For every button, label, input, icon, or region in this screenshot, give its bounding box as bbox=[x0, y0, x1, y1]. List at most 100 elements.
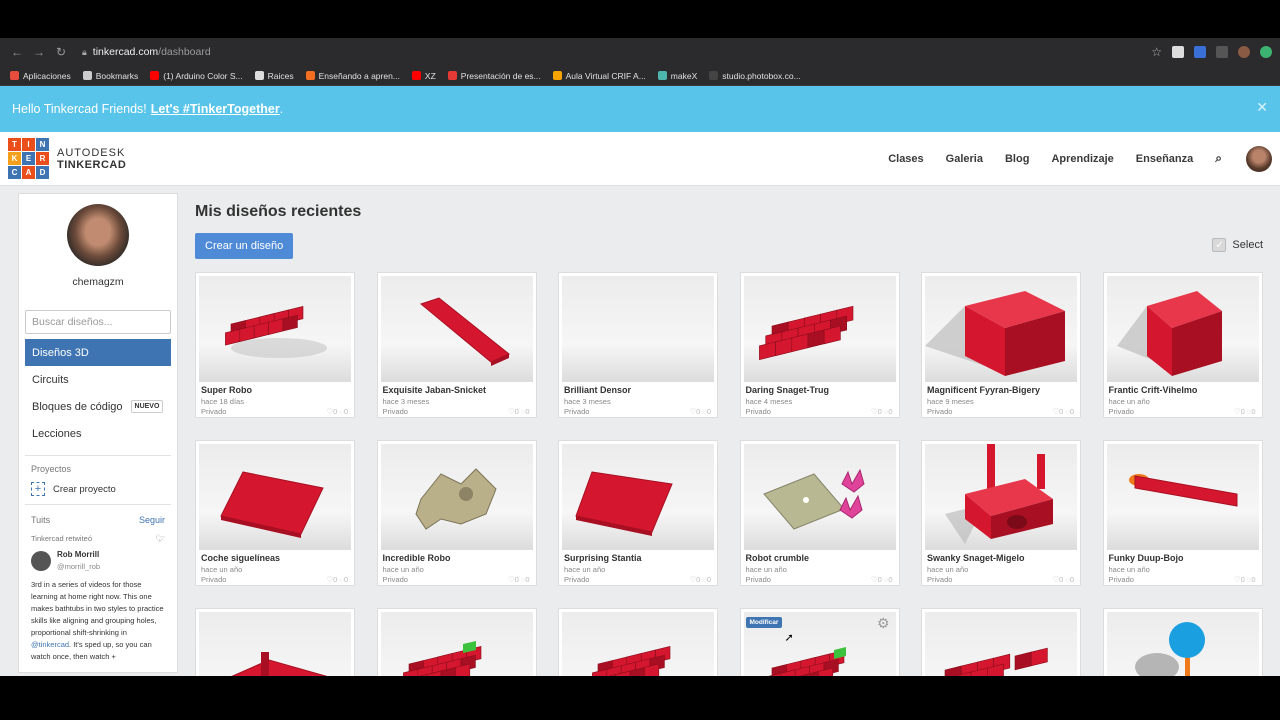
nav-ensenanza[interactable]: Enseñanza bbox=[1136, 153, 1193, 165]
address-bar[interactable]: 🔒︎ tinkercad.com/dashboard bbox=[82, 46, 1151, 58]
gear-icon[interactable]: ⚙︎ bbox=[877, 615, 890, 632]
design-name[interactable]: Robot crumble bbox=[746, 553, 899, 563]
nav-clases[interactable]: Clases bbox=[888, 153, 923, 165]
design-name[interactable]: Frantic Crift-Vihelmo bbox=[1109, 385, 1262, 395]
reload-icon[interactable]: ↻ bbox=[52, 45, 70, 59]
design-card[interactable]: Brilliant Densor hace 3 meses Privado ♡0 … bbox=[558, 272, 718, 418]
design-card[interactable]: Surprising Stantia hace un año Privado ♡0… bbox=[558, 440, 718, 586]
bookmark-label: Bookmarks bbox=[95, 70, 139, 81]
design-name[interactable]: Exquisite Jaban-Snicket bbox=[383, 385, 536, 395]
design-card[interactable]: Coche siguelíneas hace un año Privado ♡0 … bbox=[195, 440, 355, 586]
design-name[interactable]: Daring Snaget-Trug bbox=[746, 385, 899, 395]
follow-link[interactable]: Seguir bbox=[139, 515, 165, 525]
design-thumbnail[interactable] bbox=[1106, 276, 1259, 382]
checkbox[interactable]: ✓ bbox=[1212, 238, 1227, 252]
twitter-bird-icon[interactable]: 🐦︎ bbox=[155, 533, 165, 545]
design-name[interactable]: Incredible Robo bbox=[383, 553, 536, 563]
design-card[interactable]: Exquisite Jaban-Snicket hace 3 meses Pri… bbox=[376, 272, 537, 418]
design-card[interactable]: Magnificent Fyyran-Bigery hace 9 meses P… bbox=[921, 272, 1081, 418]
create-design-button[interactable]: Crear un diseño bbox=[195, 233, 294, 259]
design-date: hace un año bbox=[201, 565, 243, 574]
tweets-header: Tuits Seguir bbox=[31, 515, 165, 525]
design-card[interactable] bbox=[558, 608, 718, 676]
tweet-author[interactable]: Rob Morrill @morrill_rob bbox=[31, 549, 165, 573]
extension-icon[interactable] bbox=[1260, 46, 1272, 58]
design-card[interactable] bbox=[195, 608, 355, 676]
bookmark-item[interactable]: Aplicaciones bbox=[10, 71, 71, 81]
avatar[interactable] bbox=[1246, 145, 1272, 172]
design-thumbnail[interactable] bbox=[562, 276, 714, 382]
nav-blog[interactable]: Blog bbox=[1005, 153, 1029, 165]
logo-letter: I bbox=[22, 138, 35, 151]
design-thumbnail[interactable] bbox=[380, 612, 533, 676]
profile-avatar[interactable] bbox=[67, 204, 129, 266]
select-toggle[interactable]: ✓ Select bbox=[1212, 238, 1263, 252]
design-thumbnail[interactable] bbox=[925, 612, 1077, 676]
bookmark-item[interactable]: makeX bbox=[657, 71, 697, 81]
design-thumbnail[interactable] bbox=[925, 444, 1077, 550]
design-thumbnail[interactable] bbox=[743, 444, 896, 550]
bookmark-item[interactable]: Bookmarks bbox=[82, 70, 139, 81]
bookmark-item[interactable]: Enseñando a apren... bbox=[305, 71, 400, 81]
design-name[interactable]: Magnificent Fyyran-Bigery bbox=[927, 385, 1080, 395]
design-thumbnail[interactable] bbox=[199, 276, 351, 382]
nav-aprendizaje[interactable]: Aprendizaje bbox=[1051, 153, 1113, 165]
likes-comments-icon: ♡0 ◌0 bbox=[1052, 575, 1074, 584]
search-input[interactable]: Buscar diseños... bbox=[25, 310, 171, 334]
nav-galeria[interactable]: Galeria bbox=[946, 153, 983, 165]
bookmark-item[interactable]: studio.photobox.co... bbox=[709, 71, 801, 81]
design-card[interactable]: Robot crumble hace un año Privado ♡0 ◌0 bbox=[739, 440, 900, 586]
design-name[interactable]: Funky Duup-Bojo bbox=[1109, 553, 1262, 563]
sidebar-item-lessons[interactable]: Lecciones bbox=[25, 420, 171, 447]
logo-letter: C bbox=[8, 166, 21, 179]
edit-button[interactable]: Modificar bbox=[745, 617, 783, 628]
bookmark-item[interactable]: Presentación de es... bbox=[447, 71, 541, 81]
design-thumbnail[interactable] bbox=[1106, 444, 1259, 550]
profile-icon[interactable] bbox=[1238, 46, 1250, 58]
banner-link[interactable]: Let's #TinkerTogether bbox=[151, 102, 280, 116]
design-card[interactable]: Swanky Snaget-Migelo hace un año Privado… bbox=[921, 440, 1081, 586]
extension-icon[interactable] bbox=[1216, 46, 1228, 58]
design-thumbnail[interactable] bbox=[380, 276, 533, 382]
design-name[interactable]: Coche siguelíneas bbox=[201, 553, 354, 563]
bookmark-item[interactable]: Aula Virtual CRIF A... bbox=[552, 71, 646, 81]
browser-window: ← → ↻ 🔒︎ tinkercad.com/dashboard ☆ Aplic… bbox=[0, 38, 1280, 676]
design-thumbnail[interactable] bbox=[562, 612, 714, 676]
tinkercad-logo[interactable]: TIN KER CAD bbox=[8, 138, 49, 179]
design-name[interactable]: Swanky Snaget-Migelo bbox=[927, 553, 1080, 563]
design-card[interactable]: Daring Snaget-Trug hace 4 meses Privado ♡… bbox=[739, 272, 900, 418]
bookmark-item[interactable]: Raices bbox=[254, 71, 294, 81]
design-thumbnail[interactable] bbox=[562, 444, 714, 550]
design-name[interactable]: Surprising Stantia bbox=[564, 553, 717, 563]
design-card[interactable] bbox=[1102, 608, 1263, 676]
sidebar-item-3d-designs[interactable]: Diseños 3D bbox=[25, 339, 171, 366]
search-icon[interactable]: ⌕ bbox=[1215, 151, 1222, 166]
design-card[interactable] bbox=[376, 608, 537, 676]
design-thumbnail[interactable] bbox=[1106, 612, 1259, 676]
back-icon[interactable]: ← bbox=[8, 45, 26, 59]
design-card[interactable]: Frantic Crift-Vihelmo hace un año Privad… bbox=[1102, 272, 1263, 418]
design-name[interactable]: Super Robo bbox=[201, 385, 354, 395]
design-card[interactable]: Incredible Robo hace un año Privado ♡0 ◌0 bbox=[376, 440, 537, 586]
extension-icon[interactable] bbox=[1194, 46, 1206, 58]
extension-icon[interactable] bbox=[1172, 46, 1184, 58]
close-icon[interactable]: ✕ bbox=[1256, 99, 1268, 116]
star-icon[interactable]: ☆ bbox=[1151, 45, 1162, 59]
design-card[interactable] bbox=[921, 608, 1081, 676]
design-card[interactable]: Funky Duup-Bojo hace un año Privado ♡0 ◌0 bbox=[1102, 440, 1263, 586]
design-thumbnail[interactable] bbox=[199, 612, 351, 676]
design-card[interactable]: Modificar ⚙︎ ➚ bbox=[739, 608, 900, 676]
design-thumbnail[interactable] bbox=[743, 276, 896, 382]
sidebar-item-code-blocks[interactable]: Bloques de código NUEVO bbox=[25, 393, 171, 420]
design-card[interactable]: Super Robo hace 18 días Privado ♡0 ◌0 bbox=[195, 272, 355, 418]
bookmark-item[interactable]: XZ bbox=[411, 71, 436, 81]
design-thumbnail[interactable] bbox=[925, 276, 1077, 382]
design-thumbnail[interactable] bbox=[199, 444, 351, 550]
create-project-button[interactable]: + Crear proyecto bbox=[31, 482, 165, 496]
sidebar-item-circuits[interactable]: Circuits bbox=[25, 366, 171, 393]
forward-icon[interactable]: → bbox=[30, 45, 48, 59]
design-thumbnail[interactable] bbox=[380, 444, 533, 550]
tweet-mention-link[interactable]: @tinkercad bbox=[31, 640, 69, 649]
bookmark-item[interactable]: (1) Arduino Color S... bbox=[150, 71, 243, 81]
design-name[interactable]: Brilliant Densor bbox=[564, 385, 717, 395]
